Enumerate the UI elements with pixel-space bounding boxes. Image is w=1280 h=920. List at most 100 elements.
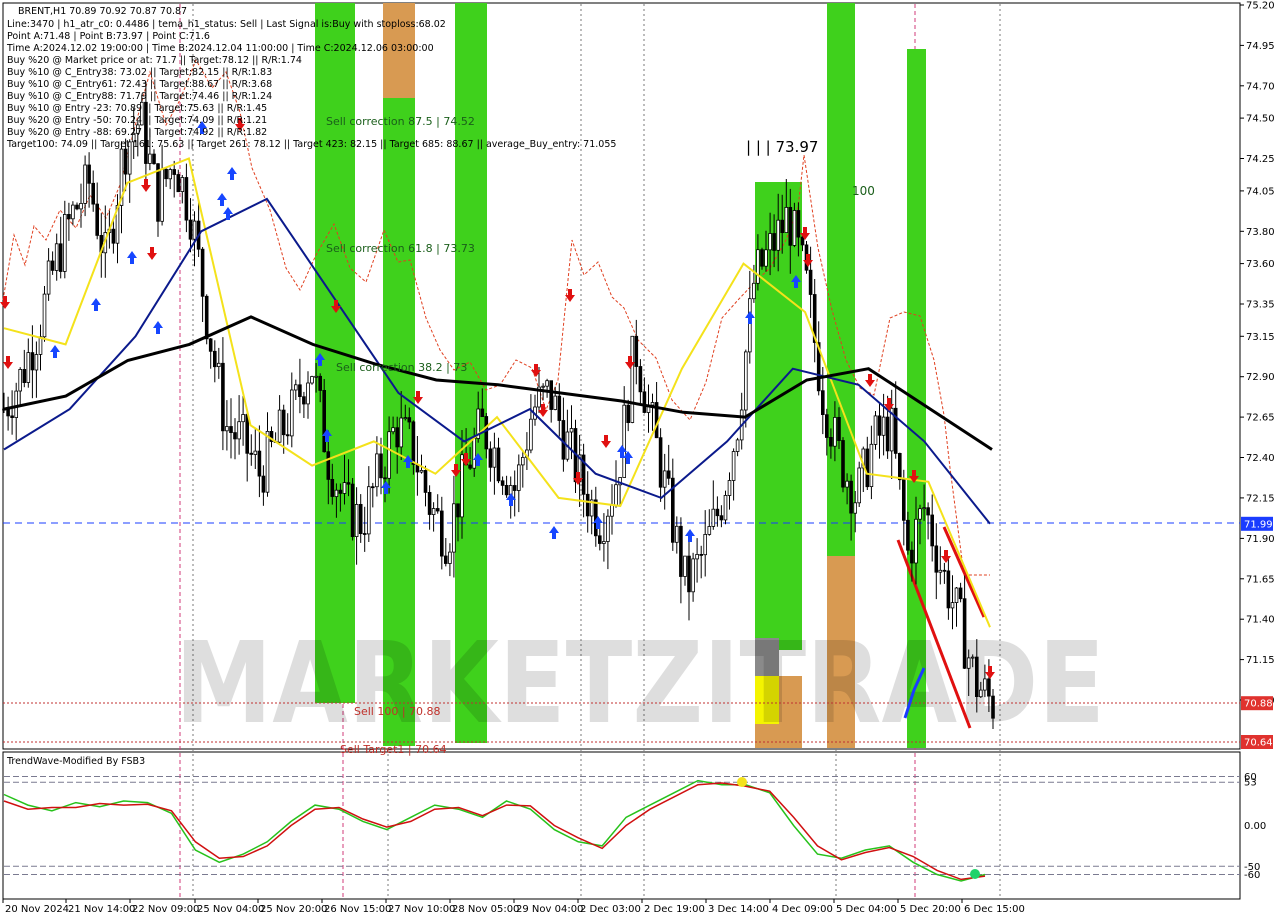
candle-body (585, 493, 590, 517)
candle-body (837, 416, 841, 441)
candle-body (731, 451, 736, 481)
candle-body (800, 236, 805, 246)
price-tick-label: 72.90 (1246, 372, 1275, 383)
candle-body (610, 504, 614, 517)
candle-body (930, 514, 934, 547)
candle-body (50, 260, 55, 271)
candle-body (630, 335, 635, 423)
candle-body (79, 202, 83, 210)
time-tick-label: 29 Nov 04:00 (516, 904, 583, 915)
candle-body (687, 555, 691, 593)
candle-body (958, 587, 963, 600)
candle-body (216, 362, 221, 367)
candle-body (735, 439, 740, 452)
candle-body (91, 182, 96, 205)
price-tick-label: 74.05 (1246, 186, 1275, 197)
candle-body (439, 510, 444, 557)
indicator-peak-dot (737, 777, 747, 787)
candle-body (504, 484, 509, 496)
candle-body (606, 515, 610, 542)
indicator-frame (2, 751, 1241, 900)
candle-body (156, 163, 160, 222)
candle-body (845, 480, 849, 488)
candle-body (756, 249, 760, 284)
candle-body (675, 525, 679, 543)
candle-body (350, 483, 355, 538)
candle-body (379, 453, 383, 479)
candle-body (549, 380, 553, 410)
candle-body (221, 362, 225, 432)
price-chart[interactable]: MARKETZITRADE Sell correction 87.5 | 74.… (0, 0, 1280, 920)
time-tick-label: 2 Dec 19:00 (644, 904, 705, 915)
candle-body (67, 213, 71, 220)
info-line: Buy %20 @ Entry -88: 69.27 || Target:74.… (7, 127, 267, 138)
price-tag-label: 71.99 (1244, 519, 1273, 530)
candle-body (496, 447, 501, 482)
candle-body (841, 440, 845, 488)
candle-body (658, 437, 663, 488)
candle-body (857, 467, 861, 504)
candle-body (711, 508, 716, 527)
time-tick-label: 5 Dec 20:00 (900, 904, 961, 915)
candle-body (468, 464, 472, 469)
price-tick-label: 74.25 (1246, 154, 1275, 165)
candle-body (160, 168, 164, 222)
time-tick-label: 28 Nov 05:00 (452, 904, 519, 915)
candle-body (302, 396, 306, 405)
candle-body (946, 570, 951, 609)
candle-body (768, 233, 772, 251)
candle-body (383, 477, 387, 480)
candle-body (411, 421, 416, 465)
candle-body (472, 438, 476, 469)
time-tick-label: 3 Dec 14:00 (708, 904, 769, 915)
candle-body (662, 470, 667, 488)
candle-body (237, 421, 241, 440)
candle-body (306, 382, 310, 405)
candle-body (869, 443, 874, 487)
candle-body (452, 503, 456, 553)
time-tick-label: 2 Dec 03:00 (580, 904, 641, 915)
candle-body (898, 452, 902, 481)
price-tick-label: 73.80 (1246, 227, 1275, 238)
candle-body (970, 656, 975, 659)
candle-body (172, 169, 177, 175)
price-tick-label: 73.35 (1246, 300, 1275, 311)
candle-body (370, 486, 375, 489)
candle-body (748, 298, 752, 353)
candle-body (517, 464, 521, 491)
candle-body (326, 451, 331, 480)
candle-body (261, 475, 266, 493)
indicator-tick-label: 0.00 (1244, 821, 1266, 832)
sell-100-label: Sell 100 | 70.88 (354, 705, 441, 718)
candle-body (22, 368, 27, 383)
sell-correction-38-label: Sell correction 38.2 | 73 (336, 361, 467, 374)
candle-body (784, 206, 789, 233)
candle-body (358, 503, 363, 534)
candle-body (391, 427, 395, 433)
candle-body (395, 427, 399, 448)
candle-body (703, 534, 707, 556)
candle-body (168, 169, 173, 180)
candle-body (808, 269, 813, 295)
candle-body (265, 430, 270, 493)
candle-body (423, 469, 428, 493)
candle-body (902, 479, 906, 521)
candle-body (200, 248, 205, 297)
candle-body (666, 470, 671, 479)
candle-body (225, 426, 229, 432)
candle-body (46, 260, 51, 295)
candle-body (918, 508, 922, 520)
candle-body (622, 404, 626, 478)
candle-body (914, 518, 918, 564)
price-tick-label: 71.65 (1246, 574, 1275, 585)
candle-body (277, 409, 282, 443)
candle-body (922, 507, 926, 510)
indicator-title: TrendWave-Modified By FSB3 (6, 756, 145, 767)
candle-body (614, 484, 618, 506)
candle-body (723, 494, 728, 521)
candle-body (833, 416, 837, 447)
candle-body (764, 249, 768, 267)
price-tick-label: 73.15 (1246, 332, 1275, 343)
price-tick-label: 71.15 (1246, 655, 1275, 666)
candle-body (626, 404, 630, 424)
